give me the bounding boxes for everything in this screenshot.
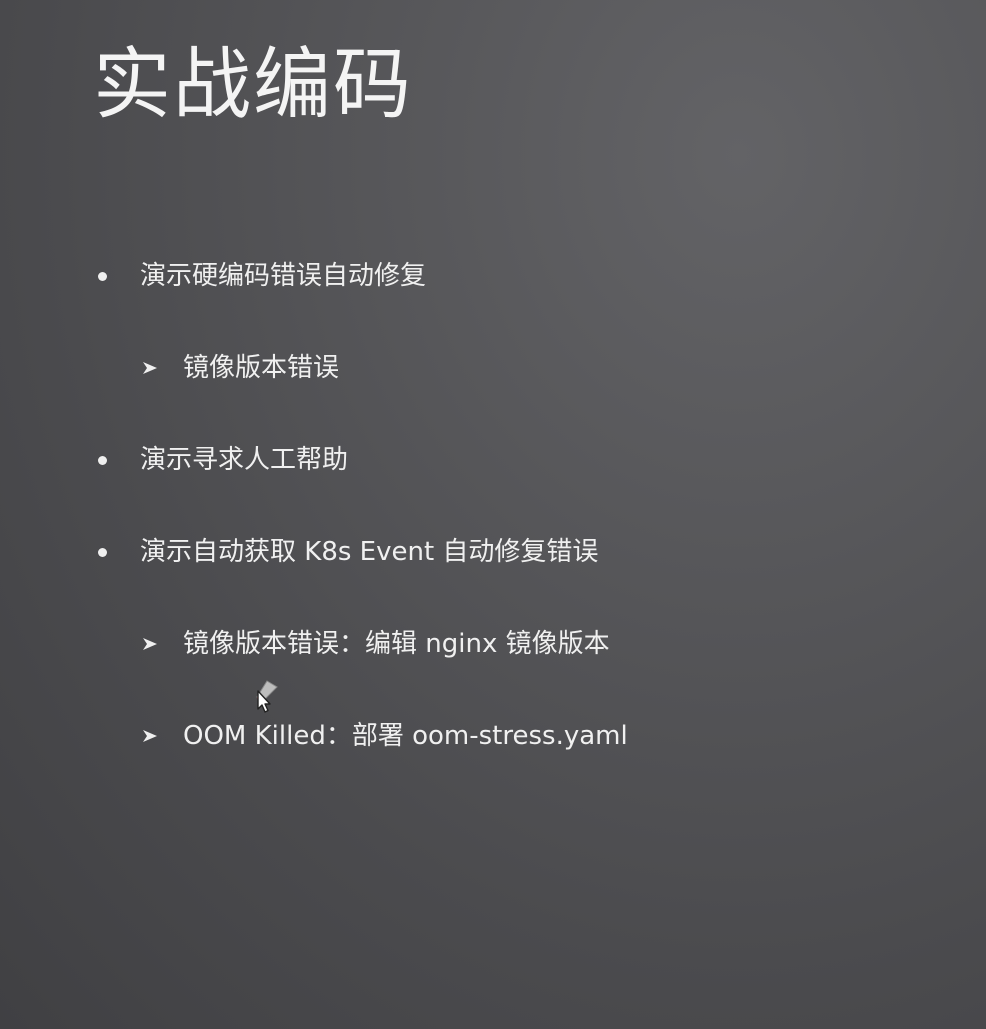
sub-bullet-text: 镜像版本错误: [183, 353, 340, 383]
bullet-text: 演示自动获取 K8s Event 自动修复错误: [140, 537, 599, 567]
arrowhead-icon: [143, 730, 157, 742]
bullet-item: 演示自动获取 K8s Event 自动修复错误: [98, 539, 598, 565]
bullet-dot-icon: [98, 547, 107, 557]
arrowhead-icon: [143, 638, 157, 650]
bullet-text: 演示硬编码错误自动修复: [140, 261, 427, 291]
sub-bullet-item: 镜像版本错误：编辑 nginx 镜像版本: [142, 631, 610, 657]
bullet-item: 演示硬编码错误自动修复: [98, 263, 426, 289]
slide-title: 实战编码: [93, 40, 414, 130]
arrowhead-icon: [143, 362, 157, 374]
presentation-slide: 实战编码 演示硬编码错误自动修复 镜像版本错误 演示寻求人工帮助 演示自动获取 …: [0, 0, 986, 1029]
bullet-item: 演示寻求人工帮助: [98, 447, 348, 473]
bullet-text: 演示寻求人工帮助: [140, 445, 349, 475]
sub-bullet-text: 镜像版本错误：编辑 nginx 镜像版本: [183, 629, 610, 659]
sub-bullet-item: OOM Killed：部署 oom-stress.yaml: [142, 723, 628, 749]
sub-bullet-text: OOM Killed：部署 oom-stress.yaml: [183, 721, 628, 751]
bullet-dot-icon: [98, 271, 107, 281]
mouse-pointer-icon: [256, 680, 278, 713]
bullet-dot-icon: [98, 455, 107, 465]
sub-bullet-item: 镜像版本错误: [142, 355, 339, 381]
